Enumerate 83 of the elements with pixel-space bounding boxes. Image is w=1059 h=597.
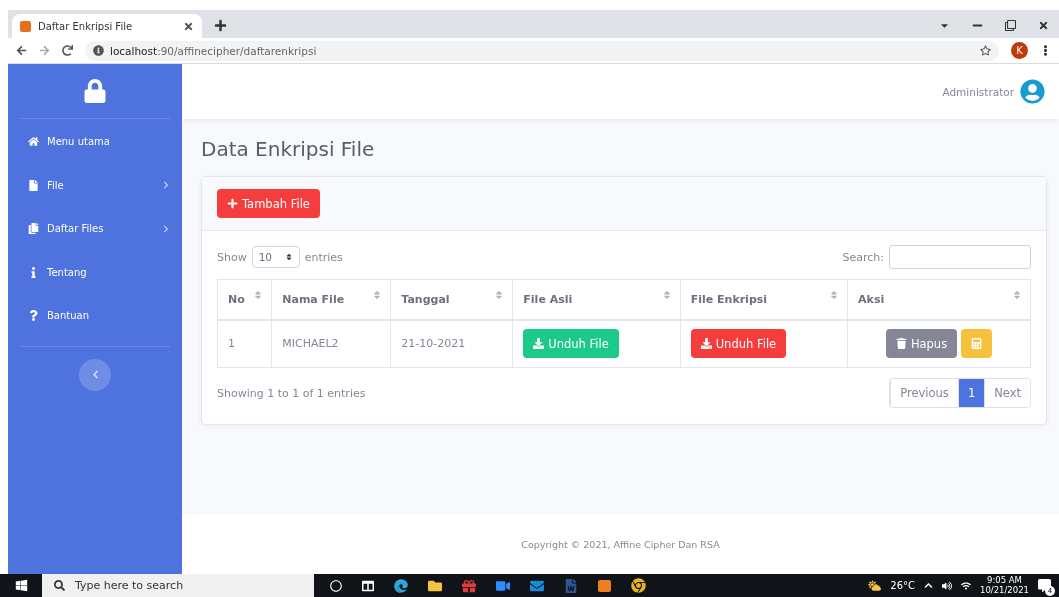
page-title: Data Enkripsi File <box>201 137 376 161</box>
address-bar[interactable]: localhost:90/affinecipher/daftarenkripsi <box>85 40 999 61</box>
weather-icon <box>868 579 882 592</box>
table-cell: MICHAEL2 <box>271 319 391 368</box>
clock-date: 10/21/2021 <box>980 585 1029 595</box>
download-icon <box>533 338 545 350</box>
app-icon[interactable] <box>598 579 611 592</box>
document-icon[interactable] <box>564 578 578 593</box>
column-header[interactable]: File Enkripsi <box>680 279 848 320</box>
favicon-icon <box>20 20 31 32</box>
profile-avatar[interactable]: K <box>1011 42 1028 59</box>
taskbar-search-field[interactable]: Type here to search <box>42 574 314 597</box>
sidebar-item[interactable]: Bantuan <box>8 294 182 338</box>
page-size-select[interactable]: 10 <box>251 246 300 268</box>
page-button[interactable]: 1 <box>957 379 985 407</box>
files-icon <box>28 223 39 235</box>
notification-icon[interactable] <box>1038 579 1051 592</box>
table-cell: 21-10-2021 <box>390 319 513 368</box>
clock-time: 9:05 AM <box>987 576 1022 586</box>
page-button[interactable]: Next <box>984 379 1030 407</box>
table-cell: 1 <box>217 319 272 368</box>
lock-icon <box>83 79 107 103</box>
question-icon <box>28 310 39 322</box>
file-icon <box>28 179 39 191</box>
sort-icon <box>494 290 505 300</box>
browser-icon[interactable] <box>394 578 408 593</box>
sort-icon <box>1012 290 1022 300</box>
user-avatar-icon[interactable] <box>1020 79 1045 104</box>
delete-button[interactable]: Hapus <box>885 329 958 359</box>
chrome-icon[interactable] <box>631 578 646 593</box>
tab-title: Daftar Enkripsi File <box>38 20 134 32</box>
sort-icon <box>829 290 840 300</box>
close-icon[interactable] <box>183 20 194 32</box>
sort-icon <box>284 253 293 261</box>
chevron-up-icon[interactable] <box>924 581 933 590</box>
back-icon[interactable] <box>16 45 27 56</box>
gift-icon[interactable] <box>462 578 476 593</box>
table-info: Showing 1 to 1 of 1 entries <box>217 386 366 400</box>
temperature: 26°C <box>890 580 915 591</box>
video-icon[interactable] <box>496 578 510 593</box>
download-icon <box>700 338 712 350</box>
column-header[interactable]: Nama File <box>271 279 391 320</box>
info-icon <box>93 45 104 56</box>
sort-icon <box>253 290 264 300</box>
column-header[interactable]: No <box>217 279 272 320</box>
volume-icon[interactable] <box>942 580 952 591</box>
sort-icon <box>372 290 383 300</box>
user-name: Administrator <box>942 85 1014 98</box>
entries-label: entries <box>304 250 343 264</box>
add-file-button[interactable]: Tambah File <box>217 189 320 218</box>
column-header[interactable]: Tanggal <box>390 279 513 320</box>
close-icon[interactable] <box>1038 20 1049 31</box>
reload-icon[interactable] <box>62 45 73 56</box>
home-icon <box>28 136 39 148</box>
sidebar-item[interactable]: File <box>8 163 182 207</box>
wifi-icon[interactable] <box>961 580 971 591</box>
plus-icon <box>227 198 238 209</box>
sidebar-item[interactable]: Menu utama <box>8 120 182 164</box>
windows-icon[interactable] <box>14 579 28 592</box>
download-button[interactable]: Unduh File <box>690 329 787 359</box>
show-label: Show <box>217 250 247 264</box>
sort-icon <box>661 290 672 300</box>
search-field[interactable] <box>889 245 1031 269</box>
sidebar-item[interactable]: Daftar Files <box>8 207 182 251</box>
column-header[interactable]: File Asli <box>512 279 681 320</box>
sidebar-toggle[interactable] <box>79 358 111 391</box>
browser-tab[interactable]: Daftar Enkripsi File <box>12 14 202 38</box>
search-label: Search: <box>842 250 884 264</box>
task-view-icon[interactable] <box>362 579 374 592</box>
url-text: localhost:90/affinecipher/daftarenkripsi <box>110 44 318 57</box>
trash-icon <box>895 338 907 350</box>
column-header[interactable]: Aksi <box>847 279 1031 320</box>
folder-icon[interactable] <box>428 578 442 593</box>
mail-icon[interactable] <box>530 578 544 593</box>
sidebar-item[interactable]: Tentang <box>8 250 182 294</box>
calculator-icon <box>971 338 983 350</box>
copyright-text: Copyright © 2021, Affine Cipher Dan RSA <box>521 539 720 550</box>
new-tab-icon[interactable] <box>214 19 227 32</box>
star-icon[interactable] <box>980 45 991 56</box>
chevron-left-icon <box>90 370 100 379</box>
restore-icon[interactable] <box>1005 20 1016 31</box>
search-icon <box>54 580 65 591</box>
info-icon <box>28 266 39 278</box>
